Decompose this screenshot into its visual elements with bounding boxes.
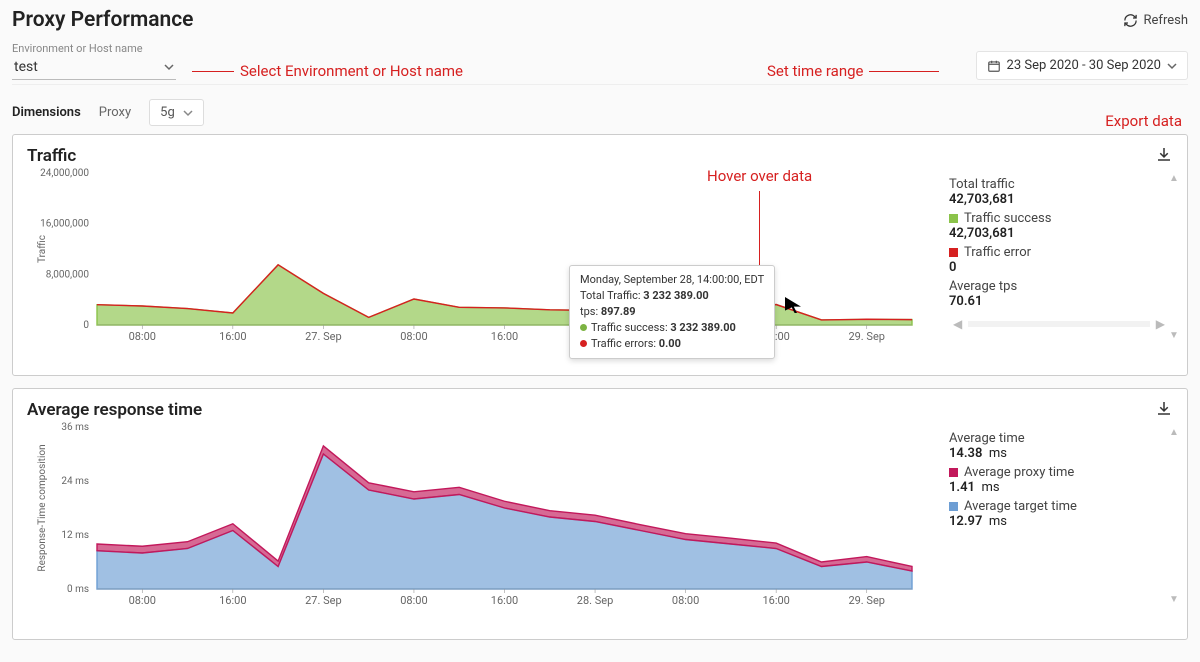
chevron-down-icon — [1167, 61, 1177, 71]
svg-text:0 ms: 0 ms — [67, 584, 89, 595]
svg-text:12 ms: 12 ms — [61, 530, 89, 541]
env-select[interactable]: test — [12, 55, 176, 80]
svg-text:16:00: 16:00 — [219, 330, 246, 343]
response-panel: Average response time 0 ms 12 ms 24 ms 36 m… — [12, 388, 1188, 640]
chevron-down-icon — [183, 108, 193, 118]
env-label: Environment or Host name — [12, 42, 176, 55]
svg-text:16:00: 16:00 — [762, 594, 789, 607]
svg-text:16:00: 16:00 — [219, 594, 246, 607]
svg-text:08:00: 08:00 — [672, 594, 699, 607]
svg-text:24,000,000: 24,000,000 — [40, 168, 89, 179]
traffic-legend: ▲▼ Total traffic 42,703,681 Traffic succ… — [939, 167, 1173, 347]
svg-text:8,000,000: 8,000,000 — [46, 269, 90, 280]
calendar-icon — [987, 59, 1001, 73]
traffic-panel: Traffic 0 8,000,000 16,000,000 24,000,000 Tr… — [12, 134, 1188, 376]
svg-text:08:00: 08:00 — [400, 330, 427, 343]
traffic-title: Traffic — [27, 146, 76, 166]
svg-text:29. Sep: 29. Sep — [848, 594, 885, 607]
date-range-picker[interactable]: 23 Sep 2020 - 30 Sep 2020 — [976, 51, 1188, 80]
export-button[interactable] — [1155, 399, 1173, 421]
svg-text:08:00: 08:00 — [129, 594, 156, 607]
scroll-left-icon[interactable]: ◀ — [953, 317, 962, 331]
traffic-chart[interactable]: 0 8,000,000 16,000,000 24,000,000 Traffic 08:… — [27, 167, 929, 347]
svg-text:08:00: 08:00 — [129, 330, 156, 343]
dimensions-label: Dimensions — [12, 105, 81, 120]
refresh-button[interactable]: Refresh — [1123, 13, 1188, 28]
svg-text:27. Sep: 27. Sep — [305, 330, 342, 343]
svg-text:16,000,000: 16,000,000 — [40, 219, 89, 230]
scroll-right-icon[interactable]: ▶ — [1156, 317, 1165, 331]
response-title: Average response time — [27, 400, 202, 420]
svg-text:Traffic: Traffic — [36, 235, 48, 263]
scroll-down-icon[interactable]: ▼ — [1169, 330, 1179, 341]
svg-text:08:00: 08:00 — [400, 594, 427, 607]
svg-text:16:00: 16:00 — [491, 594, 518, 607]
chart-tooltip: Monday, September 28, 14:00:00, EDT Tota… — [569, 265, 775, 359]
svg-text:0: 0 — [83, 320, 89, 331]
scroll-up-icon[interactable]: ▲ — [1169, 173, 1179, 184]
refresh-icon — [1123, 13, 1138, 28]
response-legend: ▲▼ Average time 14.38 ms Average proxy t… — [939, 421, 1173, 611]
refresh-label: Refresh — [1144, 13, 1188, 28]
svg-text:29. Sep: 29. Sep — [848, 330, 885, 343]
scroll-up-icon[interactable]: ▲ — [1169, 427, 1179, 438]
svg-text:28. Sep: 28. Sep — [577, 594, 614, 607]
download-icon — [1155, 145, 1173, 163]
env-value: test — [14, 59, 38, 75]
chevron-down-icon — [164, 62, 174, 72]
response-chart[interactable]: 0 ms 12 ms 24 ms 36 ms Response-Time composi… — [27, 421, 929, 611]
date-range-value: 23 Sep 2020 - 30 Sep 2020 — [1007, 58, 1161, 73]
proxy-select[interactable]: 5g — [149, 99, 204, 126]
svg-text:Response-Time composition: Response-Time composition — [37, 444, 48, 571]
scroll-down-icon[interactable]: ▼ — [1169, 594, 1179, 605]
download-icon — [1155, 399, 1173, 417]
svg-text:24 ms: 24 ms — [61, 476, 89, 487]
svg-text:16:00: 16:00 — [491, 330, 518, 343]
export-button[interactable] — [1155, 145, 1173, 167]
svg-text:27. Sep: 27. Sep — [305, 594, 342, 607]
svg-text:36 ms: 36 ms — [61, 422, 89, 433]
page-title: Proxy Performance — [12, 8, 193, 32]
dimension-name: Proxy — [99, 105, 131, 120]
proxy-value: 5g — [160, 105, 175, 120]
